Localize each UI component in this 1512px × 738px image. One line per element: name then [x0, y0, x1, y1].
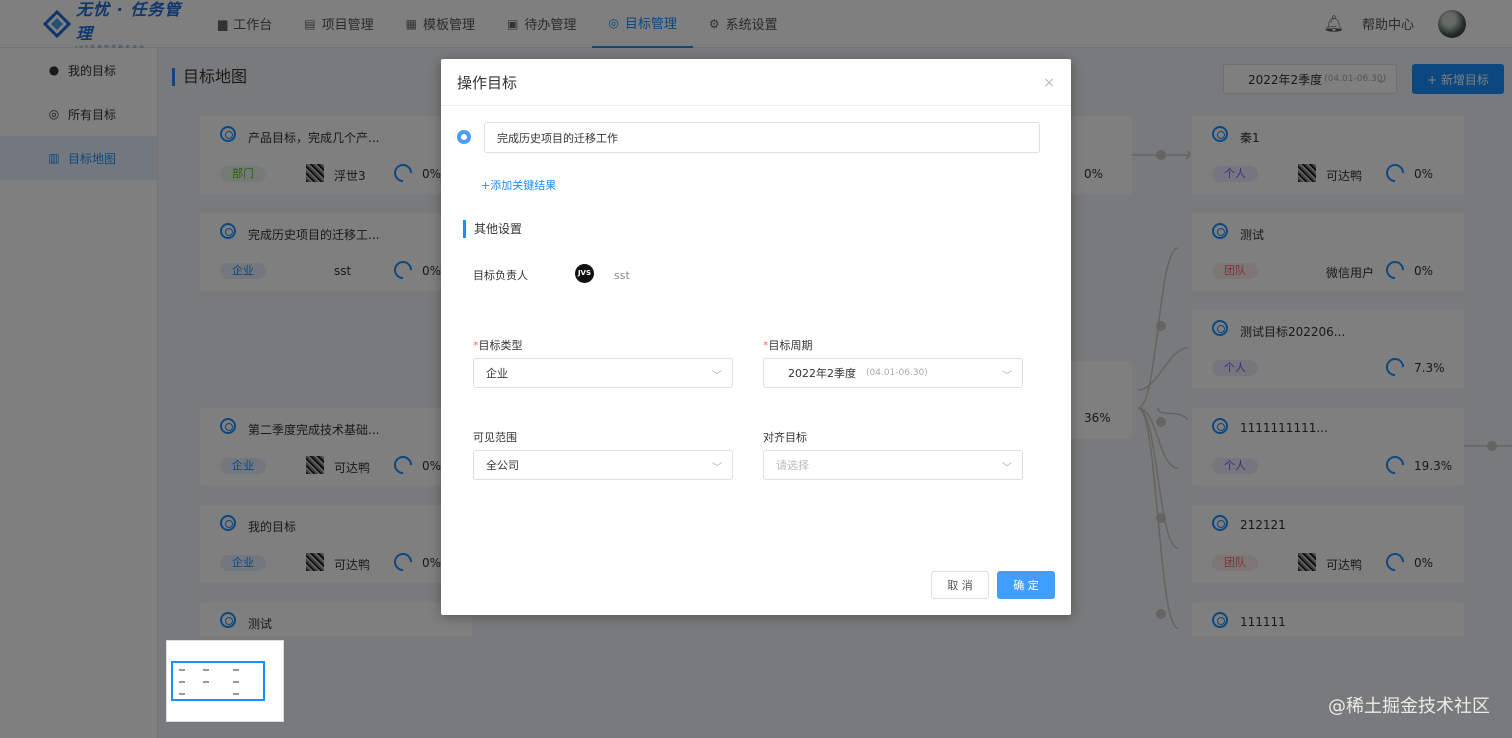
owner-label: 目标负责人: [473, 269, 528, 282]
visibility-label: 可见范围: [473, 431, 517, 444]
chevron-down-icon: ﹀: [712, 463, 722, 474]
goal-dialog: 操作目标 × 完成历史项目的迁移工作 +添加关键结果 其他设置 目标负责人 JV…: [441, 59, 1071, 615]
goal-type-label: *目标类型: [473, 339, 523, 352]
dialog-header: 操作目标: [441, 59, 1071, 106]
add-key-result-link[interactable]: +添加关键结果: [481, 177, 556, 193]
goal-type-select[interactable]: 企业 ﹀: [473, 358, 733, 388]
chevron-down-icon: ﹀: [1002, 463, 1012, 474]
watermark: @稀土掘金技术社区: [1328, 696, 1490, 717]
section-title: 其他设置: [463, 220, 522, 238]
owner-name: sst: [614, 269, 630, 282]
visibility-select[interactable]: 全公司 ﹀: [473, 450, 733, 480]
align-goal-select[interactable]: 请选择 ﹀: [763, 450, 1023, 480]
objective-input[interactable]: 完成历史项目的迁移工作: [484, 122, 1040, 153]
goal-period-label: *目标周期: [763, 339, 813, 352]
close-icon[interactable]: ×: [1043, 75, 1055, 91]
dialog-title: 操作目标: [457, 73, 518, 92]
minimap[interactable]: [166, 640, 284, 722]
cancel-button[interactable]: 取 消: [931, 571, 989, 599]
align-goal-label: 对齐目标: [763, 431, 807, 444]
minimap-viewport[interactable]: [171, 661, 265, 701]
goal-period-select[interactable]: 2022年2季度 (04.01-06.30) ﹀: [763, 358, 1023, 388]
chevron-down-icon: ﹀: [712, 371, 722, 382]
objective-radio[interactable]: [457, 130, 471, 144]
chevron-down-icon: ﹀: [1002, 371, 1012, 382]
confirm-button[interactable]: 确 定: [997, 571, 1055, 599]
owner-avatar[interactable]: JVS: [575, 264, 594, 283]
